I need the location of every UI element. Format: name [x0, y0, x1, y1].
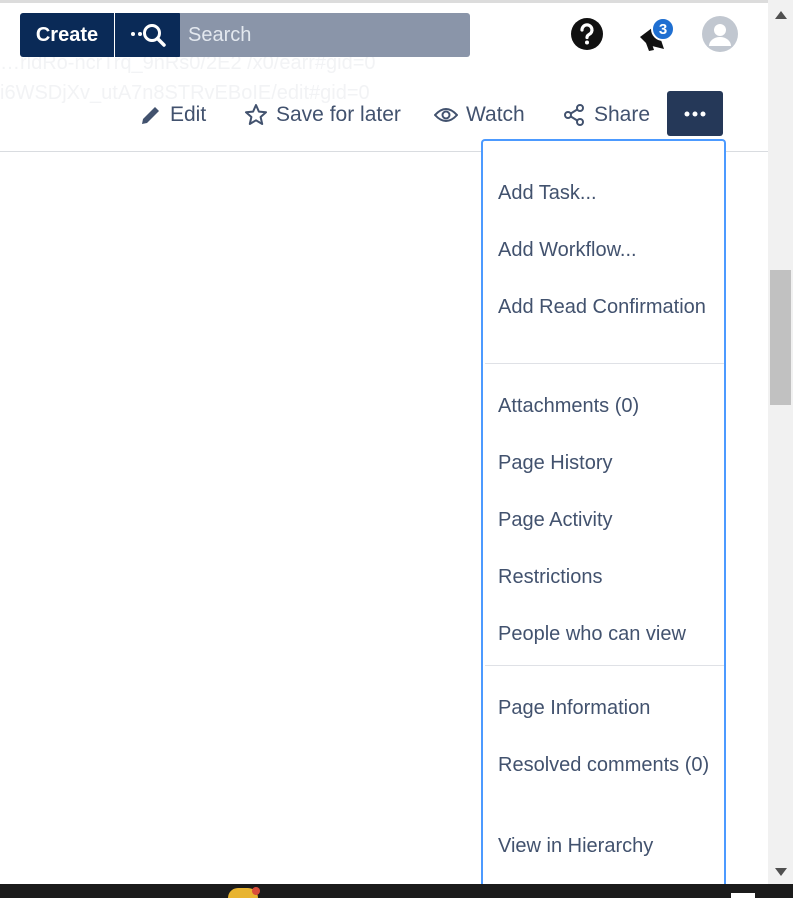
top-border: [0, 0, 768, 3]
menu-item-add-workflow[interactable]: Add Workflow...: [498, 238, 713, 262]
edit-button[interactable]: Edit: [140, 100, 206, 130]
menu-item-restrictions[interactable]: Restrictions: [498, 565, 713, 589]
search-field[interactable]: [180, 13, 470, 57]
share-button[interactable]: Share: [562, 100, 650, 130]
menu-item-resolved-comments[interactable]: Resolved comments (0): [498, 753, 713, 777]
taskbar: [0, 884, 793, 898]
menu-separator: [485, 363, 724, 364]
menu-item-page-activity[interactable]: Page Activity: [498, 508, 713, 532]
search-input[interactable]: [180, 13, 470, 57]
share-label: Share: [594, 103, 651, 126]
taskbar-square-icon[interactable]: [731, 893, 755, 898]
page-scrollbar[interactable]: [768, 0, 793, 884]
menu-item-attachments[interactable]: Attachments (0): [498, 394, 713, 418]
save-for-later-button[interactable]: Save for later: [244, 100, 401, 130]
avatar-icon: [709, 24, 731, 46]
menu-item-view-in-hierarchy[interactable]: View in Hierarchy: [498, 834, 713, 858]
avatar[interactable]: [702, 16, 738, 52]
star-icon: [245, 104, 267, 125]
more-actions-button[interactable]: [667, 91, 723, 136]
create-button[interactable]: Create: [20, 13, 114, 57]
more-actions-menu: Add Task... Add Workflow... Add Read Con…: [481, 139, 726, 898]
edit-label: Edit: [170, 103, 207, 126]
scroll-down-arrow-icon[interactable]: [775, 868, 787, 876]
notification-badge: 3: [651, 17, 675, 41]
menu-item-page-information[interactable]: Page Information: [498, 696, 713, 720]
watch-label: Watch: [466, 103, 525, 126]
scroll-up-arrow-icon[interactable]: [775, 11, 787, 19]
pencil-icon: [142, 107, 159, 124]
taskbar-notification-dot: [252, 887, 260, 895]
menu-separator: [485, 665, 724, 666]
save-for-later-label: Save for later: [276, 103, 401, 126]
menu-item-add-read-confirmation[interactable]: Add Read Confirmation: [498, 295, 713, 319]
menu-item-people-who-can-view[interactable]: People who can view: [498, 622, 713, 646]
search-icon: [130, 24, 166, 47]
share-icon: [564, 104, 584, 126]
help-icon[interactable]: [570, 17, 604, 51]
eye-icon: [434, 108, 458, 122]
scrollbar-thumb[interactable]: [770, 270, 791, 405]
menu-item-add-task[interactable]: Add Task...: [498, 181, 713, 205]
search-button[interactable]: [115, 13, 182, 57]
menu-item-page-history[interactable]: Page History: [498, 451, 713, 475]
watch-button[interactable]: Watch: [434, 100, 525, 130]
more-icon: [684, 111, 706, 116]
